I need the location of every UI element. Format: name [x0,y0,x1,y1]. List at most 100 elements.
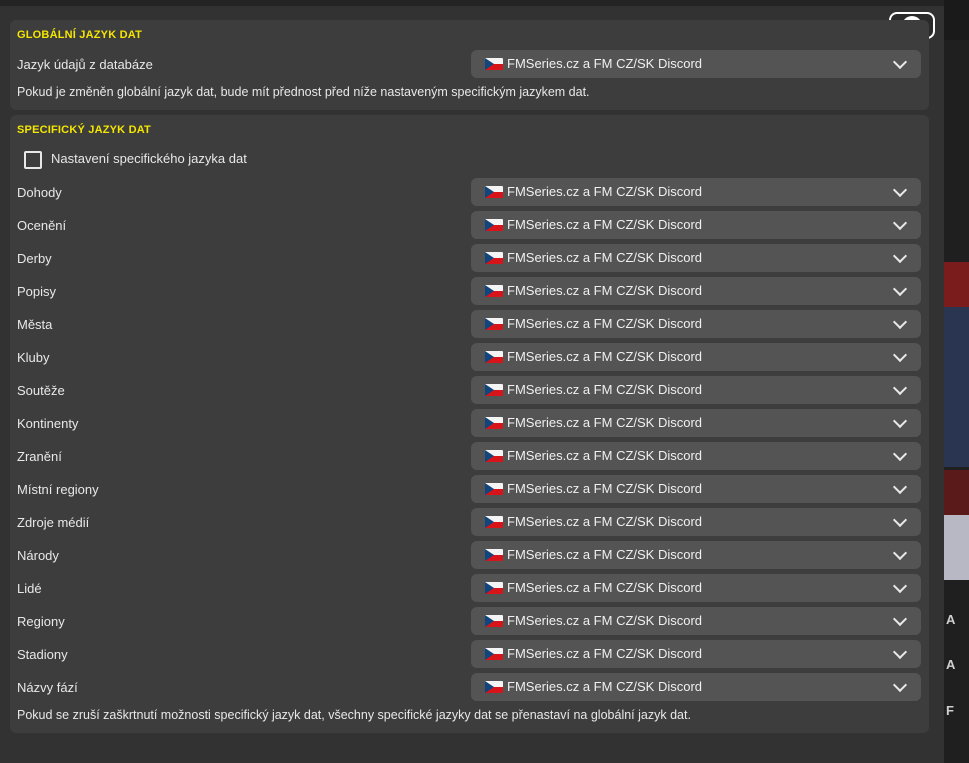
global-data-language-section: GLOBÁLNÍ JAZYK DAT Jazyk údajů z databáz… [10,20,929,110]
section-title: SPECIFICKÝ JAZYK DAT [17,124,151,136]
row-label: Kluby [17,350,50,365]
row-label: Místní regiony [17,482,99,497]
row-label: Dohody [17,185,62,200]
dropdown-value: FMSeries.cz a FM CZ/SK Discord [507,547,703,562]
language-dropdown[interactable]: FMSeries.cz a FM CZ/SK Discord [471,178,921,206]
chevron-down-icon [892,611,908,627]
language-dropdown[interactable]: FMSeries.cz a FM CZ/SK Discord [471,541,921,569]
row-label: Soutěže [17,383,65,398]
language-dropdown[interactable]: FMSeries.cz a FM CZ/SK Discord [471,310,921,338]
language-dropdown[interactable]: FMSeries.cz a FM CZ/SK Discord [471,211,921,239]
czech-flag-icon [485,483,503,495]
language-dropdown[interactable]: FMSeries.cz a FM CZ/SK Discord [471,343,921,371]
global-language-label: Jazyk údajů z databáze [17,57,153,72]
language-dropdown[interactable]: FMSeries.cz a FM CZ/SK Discord [471,607,921,635]
row-label: Stadiony [17,647,68,662]
row-label: Města [17,317,53,332]
specific-data-language-section: SPECIFICKÝ JAZYK DAT Nastavení specifick… [10,115,929,733]
dropdown-value: FMSeries.cz a FM CZ/SK Discord [507,415,703,430]
language-dropdown[interactable]: FMSeries.cz a FM CZ/SK Discord [471,376,921,404]
dropdown-value: FMSeries.cz a FM CZ/SK Discord [507,250,703,265]
language-dropdown[interactable]: FMSeries.cz a FM CZ/SK Discord [471,475,921,503]
czech-flag-icon [485,58,503,70]
chevron-down-icon [892,54,908,70]
czech-flag-icon [485,615,503,627]
dropdown-value: FMSeries.cz a FM CZ/SK Discord [507,514,703,529]
dropdown-value: FMSeries.cz a FM CZ/SK Discord [507,56,703,71]
strip-block [944,0,969,40]
dropdown-value: FMSeries.cz a FM CZ/SK Discord [507,448,703,463]
dropdown-value: FMSeries.cz a FM CZ/SK Discord [507,580,703,595]
strip-block [944,262,969,307]
czech-flag-icon [485,549,503,561]
czech-flag-icon [485,516,503,528]
czech-flag-icon [485,417,503,429]
row-label: Regiony [17,614,65,629]
czech-flag-icon [485,318,503,330]
language-dropdown[interactable]: FMSeries.cz a FM CZ/SK Discord [471,673,921,701]
row-label: Kontinenty [17,416,79,431]
language-dropdown[interactable]: FMSeries.cz a FM CZ/SK Discord [471,409,921,437]
chevron-down-icon [892,677,908,693]
czech-flag-icon [485,681,503,693]
chevron-down-icon [892,347,908,363]
specific-language-checkbox-label: Nastavení specifického jazyka dat [51,151,247,166]
chevron-down-icon [892,281,908,297]
dropdown-value: FMSeries.cz a FM CZ/SK Discord [507,184,703,199]
row-label: Derby [17,251,52,266]
chevron-down-icon [892,644,908,660]
chevron-down-icon [892,512,908,528]
chevron-down-icon [892,314,908,330]
dropdown-value: FMSeries.cz a FM CZ/SK Discord [507,217,703,232]
czech-flag-icon [485,219,503,231]
chevron-down-icon [892,479,908,495]
czech-flag-icon [485,450,503,462]
chevron-down-icon [892,446,908,462]
language-dropdown[interactable]: FMSeries.cz a FM CZ/SK Discord [471,277,921,305]
chevron-down-icon [892,578,908,594]
section-title: GLOBÁLNÍ JAZYK DAT [17,29,143,41]
language-dropdown[interactable]: FMSeries.cz a FM CZ/SK Discord [471,574,921,602]
language-dropdown[interactable]: FMSeries.cz a FM CZ/SK Discord [471,442,921,470]
row-label: Ocenění [17,218,67,233]
dropdown-value: FMSeries.cz a FM CZ/SK Discord [507,679,703,694]
czech-flag-icon [485,384,503,396]
row-label: Zdroje médií [17,515,90,530]
czech-flag-icon [485,351,503,363]
global-language-dropdown[interactable]: FMSeries.cz a FM CZ/SK Discord [471,50,921,78]
strip-letter: A [946,612,956,627]
specific-language-checkbox[interactable] [24,151,42,169]
strip-block [944,307,969,467]
dropdown-value: FMSeries.cz a FM CZ/SK Discord [507,382,703,397]
dropdown-value: FMSeries.cz a FM CZ/SK Discord [507,646,703,661]
czech-flag-icon [485,285,503,297]
background-page-strip: A A F [944,0,969,763]
chevron-down-icon [892,545,908,561]
chevron-down-icon [892,215,908,231]
dropdown-value: FMSeries.cz a FM CZ/SK Discord [507,316,703,331]
czech-flag-icon [485,186,503,198]
row-label: Zranění [17,449,62,464]
strip-letter: F [946,703,954,718]
chevron-down-icon [892,182,908,198]
row-label: Lidé [17,581,42,596]
data-language-dialog: GLOBÁLNÍ JAZYK DAT Jazyk údajů z databáz… [0,6,944,763]
dropdown-value: FMSeries.cz a FM CZ/SK Discord [507,481,703,496]
row-label: Národy [17,548,59,563]
strip-letter: A [946,657,956,672]
czech-flag-icon [485,582,503,594]
language-dropdown[interactable]: FMSeries.cz a FM CZ/SK Discord [471,640,921,668]
czech-flag-icon [485,252,503,264]
strip-block [944,515,969,580]
language-dropdown[interactable]: FMSeries.cz a FM CZ/SK Discord [471,244,921,272]
dropdown-value: FMSeries.cz a FM CZ/SK Discord [507,283,703,298]
language-dropdown[interactable]: FMSeries.cz a FM CZ/SK Discord [471,508,921,536]
dropdown-value: FMSeries.cz a FM CZ/SK Discord [507,613,703,628]
chevron-down-icon [892,380,908,396]
chevron-down-icon [892,248,908,264]
row-label: Popisy [17,284,57,299]
chevron-down-icon [892,413,908,429]
row-label: Názvy fází [17,680,78,695]
dropdown-value: FMSeries.cz a FM CZ/SK Discord [507,349,703,364]
global-language-note: Pokud je změněn globální jazyk dat, bude… [17,85,590,99]
